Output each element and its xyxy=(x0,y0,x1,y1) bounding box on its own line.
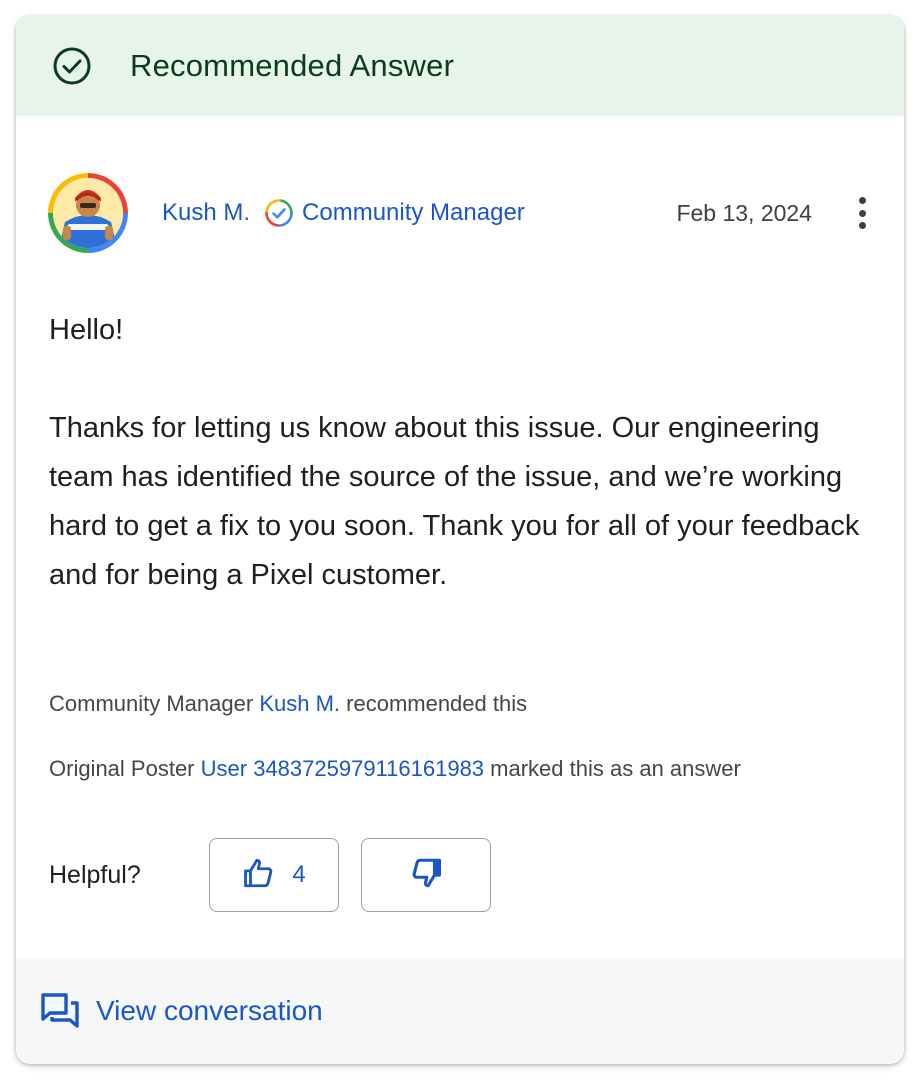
answer-mark-suffix: marked this as an answer xyxy=(490,756,741,781)
recommendation-suffix: recommended this xyxy=(346,691,528,716)
view-conversation-link[interactable]: View conversation xyxy=(96,995,323,1027)
recommended-banner: Recommended Answer xyxy=(16,16,904,116)
answer-card: Recommended Answer Kush M. Community Man… xyxy=(16,16,904,1064)
thumb-up-button[interactable]: 4 xyxy=(209,838,339,912)
answer-paragraph: Hello! xyxy=(49,314,124,346)
post-date: Feb 13, 2024 xyxy=(676,199,812,226)
thumb-down-button[interactable] xyxy=(361,838,491,912)
recommendation-prefix: Community Manager xyxy=(49,691,254,716)
banner-title: Recommended Answer xyxy=(130,48,455,83)
more-vert-icon[interactable] xyxy=(852,193,872,233)
original-poster-link[interactable]: User 3483725979116161983 xyxy=(201,756,484,781)
view-conversation-footer[interactable]: View conversation xyxy=(16,958,904,1064)
verified-badge-icon xyxy=(264,198,294,228)
answer-mark-prefix: Original Poster xyxy=(49,756,195,781)
answer-paragraph: Thanks for letting us know about this is… xyxy=(49,412,860,591)
answer-body: Hello! Thanks for letting us know about … xyxy=(49,306,889,600)
thumb-up-count: 4 xyxy=(292,861,306,888)
author-name[interactable]: Kush M. xyxy=(162,199,250,227)
answer-mark-note: Original Poster User 3483725979116161983… xyxy=(49,756,741,782)
forum-icon xyxy=(40,991,80,1031)
author-role[interactable]: Community Manager xyxy=(302,199,525,227)
check-circle-icon xyxy=(52,46,92,86)
thumb-down-icon xyxy=(409,856,443,895)
avatar[interactable] xyxy=(48,173,128,253)
author-row: Kush M. Community Manager Feb 13, 2024 xyxy=(48,171,872,255)
recommendation-note: Community Manager Kush M. recommended th… xyxy=(49,691,527,717)
recommender-link[interactable]: Kush M. xyxy=(259,691,340,716)
helpful-label: Helpful? xyxy=(49,860,141,889)
helpful-row: Helpful? 4 xyxy=(49,837,491,913)
thumb-up-icon xyxy=(242,856,276,895)
avatar-illustration xyxy=(53,178,123,248)
